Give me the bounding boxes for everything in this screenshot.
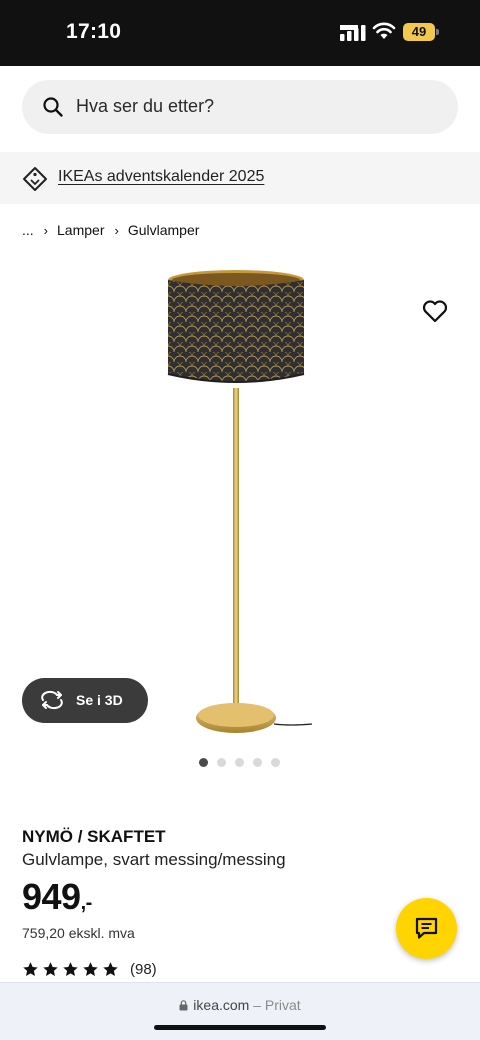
tag-icon — [23, 167, 47, 191]
lock-icon — [179, 1000, 188, 1011]
product-name: NYMÖ / SKAFTET — [22, 827, 166, 846]
view-3d-label: Se i 3D — [76, 692, 123, 708]
carousel-dot[interactable] — [235, 758, 244, 767]
carousel-dot[interactable] — [199, 758, 208, 767]
home-indicator — [154, 1025, 326, 1030]
url-domain: ikea.com — [193, 997, 250, 1013]
view-3d-button[interactable]: Se i 3D — [22, 678, 148, 723]
search-input[interactable]: Hva ser du etter? — [22, 80, 458, 134]
signal-icon — [340, 25, 366, 41]
promo-link[interactable]: IKEAs adventskalender 2025 — [58, 168, 264, 186]
breadcrumb-item-lamps[interactable]: Lamper — [57, 222, 104, 238]
star-icon — [103, 961, 118, 976]
wifi-icon — [372, 22, 396, 39]
chat-button[interactable] — [396, 898, 457, 959]
url-text: ikea.com – Privat — [0, 997, 480, 1013]
rating[interactable]: (98) — [22, 960, 157, 978]
carousel-dots — [199, 758, 280, 768]
product-description: Gulvlampe, svart messing/messing — [22, 850, 286, 869]
star-icon — [23, 961, 38, 976]
battery-indicator: 49 — [403, 23, 439, 41]
chat-icon — [415, 917, 438, 939]
private-mode-label: – Privat — [253, 997, 301, 1013]
status-bar: 17:10 49 — [0, 0, 480, 66]
star-icon — [43, 961, 58, 976]
rotate-3d-icon — [41, 690, 63, 710]
price-value: 949 — [22, 876, 81, 917]
browser-url-bar[interactable]: ikea.com – Privat — [0, 982, 480, 1040]
carousel-dot[interactable] — [217, 758, 226, 767]
product-image — [167, 270, 313, 733]
battery-level: 49 — [411, 24, 427, 39]
status-time: 17:10 — [66, 20, 122, 43]
breadcrumb: ... › Lamper › Gulvlamper — [22, 220, 199, 240]
price-excl-vat: 759,20 ekskl. mva — [22, 925, 135, 941]
chevron-right-icon: › — [43, 222, 49, 238]
carousel-dot[interactable] — [271, 758, 280, 767]
product-price: 949,- — [22, 876, 92, 918]
star-icon — [63, 961, 78, 976]
breadcrumb-item-more[interactable]: ... — [22, 222, 34, 238]
chevron-right-icon: › — [114, 222, 119, 238]
promo-banner: IKEAs adventskalender 2025 — [0, 152, 480, 204]
carousel-dot[interactable] — [253, 758, 262, 767]
battery-cap — [436, 29, 439, 35]
search-icon — [43, 97, 63, 117]
breadcrumb-item-floor-lamps[interactable]: Gulvlamper — [128, 222, 200, 238]
price-suffix: ,- — [80, 892, 93, 914]
search-placeholder: Hva ser du etter? — [76, 96, 215, 116]
star-icon — [83, 961, 98, 976]
review-count[interactable]: (98) — [130, 961, 157, 978]
heart-icon[interactable] — [420, 296, 450, 326]
